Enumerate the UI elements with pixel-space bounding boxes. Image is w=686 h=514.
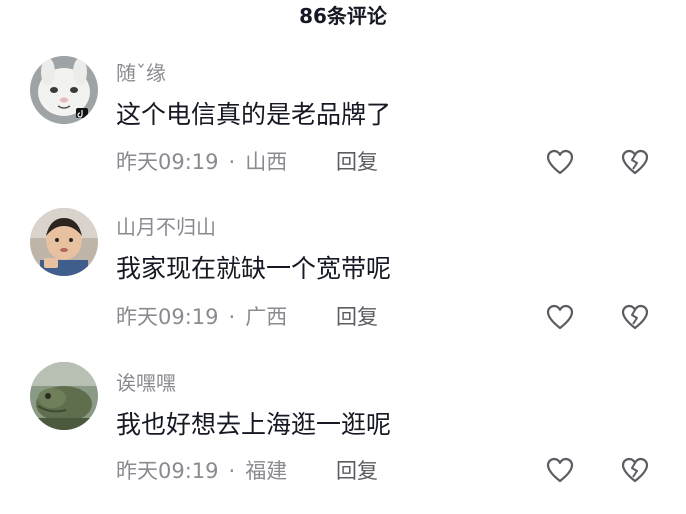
comment-meta: 昨天09:19 · 广西: [116, 303, 287, 331]
comment-item: 诶嘿嘿 我也好想去上海逛一逛呢 昨天09:19 · 福建 回复: [0, 356, 686, 506]
broken-heart-icon[interactable]: [620, 148, 650, 176]
broken-heart-icon[interactable]: [620, 456, 650, 484]
comments-count-title: 86条评论: [299, 4, 387, 28]
heart-outline-icon[interactable]: [545, 303, 575, 331]
heart-outline-icon[interactable]: [545, 456, 575, 484]
avatar[interactable]: [30, 208, 98, 276]
comment-username[interactable]: 随ˇ缘: [116, 60, 166, 86]
comment-username[interactable]: 山月不归山: [116, 214, 216, 240]
reply-button[interactable]: 回复: [336, 457, 378, 485]
comment-location: 广西: [245, 305, 288, 329]
cartoon-rabbit-avatar: [30, 56, 98, 124]
comment-item: 随ˇ缘 这个电信真的是老品牌了 昨天09:19 · 山西 回复: [0, 46, 686, 196]
avatar[interactable]: [30, 362, 98, 430]
reply-button[interactable]: 回复: [336, 303, 378, 331]
comment-time: 昨天09:19: [116, 459, 219, 483]
comment-username[interactable]: 诶嘿嘿: [116, 370, 176, 396]
comment-content: 我家现在就缺一个宽带呢: [116, 254, 392, 283]
comment-meta: 昨天09:19 · 山西: [116, 148, 287, 176]
child-photo-avatar: [30, 208, 98, 276]
comment-location: 福建: [245, 459, 288, 483]
comment-item: 山月不归山 我家现在就缺一个宽带呢 昨天09:19 · 广西 回复: [0, 200, 686, 350]
comment-meta: 昨天09:19 · 福建: [116, 457, 287, 485]
avatar[interactable]: [30, 56, 98, 124]
comment-location: 山西: [245, 150, 288, 174]
comment-content: 这个电信真的是老品牌了: [116, 100, 392, 129]
broken-heart-icon[interactable]: [620, 303, 650, 331]
comment-content: 我也好想去上海逛一逛呢: [116, 410, 392, 439]
meta-separator: ·: [228, 305, 236, 329]
iguana-photo-avatar: [30, 362, 98, 430]
comment-time: 昨天09:19: [116, 150, 219, 174]
reply-button[interactable]: 回复: [336, 148, 378, 176]
heart-outline-icon[interactable]: [545, 148, 575, 176]
comment-time: 昨天09:19: [116, 305, 219, 329]
meta-separator: ·: [228, 150, 236, 174]
meta-separator: ·: [228, 459, 236, 483]
